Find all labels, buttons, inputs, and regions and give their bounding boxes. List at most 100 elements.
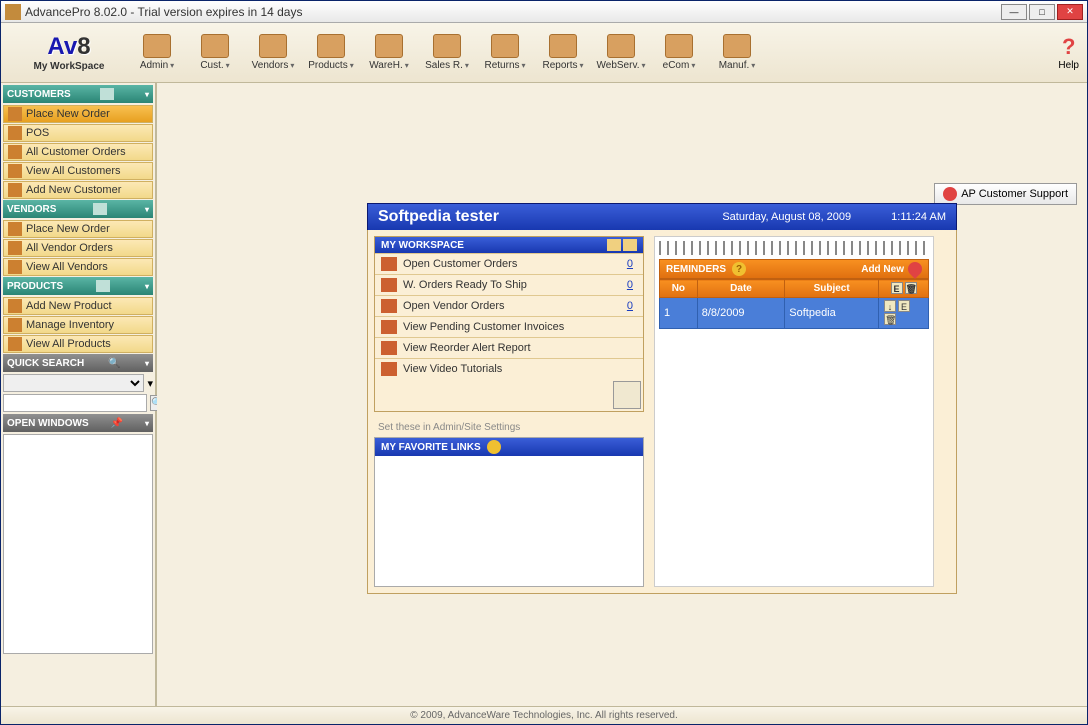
quicksearch-select[interactable] — [3, 374, 144, 392]
customers-header[interactable]: CUSTOMERS▾ — [3, 85, 153, 103]
quicksearch-input[interactable] — [3, 394, 147, 412]
toolbar-label: Vendors — [252, 60, 295, 71]
support-icon — [943, 187, 957, 201]
sidebar-item-pos[interactable]: POS — [3, 124, 153, 142]
col-no[interactable]: No — [660, 280, 698, 298]
item-icon — [8, 241, 22, 255]
col-date[interactable]: Date — [697, 280, 785, 298]
toolbar-label: Products — [308, 60, 353, 71]
item-icon — [8, 337, 22, 351]
row-label: View Video Tutorials — [403, 363, 637, 375]
quicksearch-header: QUICK SEARCH🔍▾ — [3, 354, 153, 372]
pin-icon[interactable]: 📌 — [111, 418, 123, 429]
reminder-row[interactable]: 18/8/2009Softpedia↓E🗑 — [660, 298, 929, 329]
row-label: View Reorder Alert Report — [403, 342, 637, 354]
edit-icon[interactable]: E — [898, 300, 910, 312]
my-workspace-title: MY WORKSPACE — [381, 240, 464, 251]
sidebar-item-manage-inventory[interactable]: Manage Inventory — [3, 316, 153, 334]
support-label: AP Customer Support — [961, 188, 1068, 200]
workspace-row[interactable]: View Video Tutorials — [375, 358, 643, 379]
sidebar-item-add-new-product[interactable]: Add New Product — [3, 297, 153, 315]
workspace-row[interactable]: Open Vendor Orders0 — [375, 295, 643, 316]
item-label: All Vendor Orders — [26, 242, 113, 254]
sidebar-item-add-new-customer[interactable]: Add New Customer — [3, 181, 153, 199]
sidebar-item-place-new-order[interactable]: Place New Order — [3, 105, 153, 123]
down-icon[interactable]: ↓ — [884, 300, 896, 312]
sidebar-item-view-all-products[interactable]: View All Products — [3, 335, 153, 353]
toolbar-label: WebServ. — [597, 60, 646, 71]
cell-actions: ↓E🗑 — [879, 298, 929, 329]
close-button[interactable]: ✕ — [1057, 4, 1083, 20]
toolbar-admin[interactable]: Admin — [129, 32, 185, 73]
toolbar-icon — [607, 34, 635, 58]
customer-support-button[interactable]: AP Customer Support — [934, 183, 1077, 205]
cell-no: 1 — [660, 298, 698, 329]
workspace-date: Saturday, August 08, 2009 — [722, 211, 851, 223]
dropdown-icon[interactable]: ▾ — [147, 377, 153, 390]
sidebar-item-place-new-order[interactable]: Place New Order — [3, 220, 153, 238]
edit-icon[interactable] — [613, 381, 641, 409]
toolbar-label: Reports — [542, 60, 583, 71]
openwindows-header: OPEN WINDOWS📌▾ — [3, 414, 153, 432]
edit-icon[interactable]: E — [891, 282, 903, 294]
logo-version: 8 — [77, 33, 90, 60]
toolbar-ecom[interactable]: eCom — [651, 32, 707, 73]
reminders-body — [659, 329, 929, 569]
toolbar-cust[interactable]: Cust. — [187, 32, 243, 73]
toolbar-icon — [375, 34, 403, 58]
row-icon — [381, 257, 397, 271]
spiral-binding — [659, 241, 929, 255]
row-value[interactable]: 0 — [627, 300, 633, 312]
toolbar-vendors[interactable]: Vendors — [245, 32, 301, 73]
quicksearch-title: QUICK SEARCH — [7, 358, 84, 369]
row-value[interactable]: 0 — [627, 279, 633, 291]
sidebar-item-all-customer-orders[interactable]: All Customer Orders — [3, 143, 153, 161]
products-header[interactable]: PRODUCTS▾ — [3, 277, 153, 295]
item-icon — [8, 107, 22, 121]
row-icon — [381, 299, 397, 313]
workspace-row[interactable]: View Pending Customer Invoices — [375, 316, 643, 337]
ie-icon — [487, 440, 501, 454]
toolbar-salesr[interactable]: Sales R. — [419, 32, 475, 73]
toolbar-webserv[interactable]: WebServ. — [593, 32, 649, 73]
item-label: View All Products — [26, 338, 111, 350]
help-icon[interactable]: ? — [732, 262, 746, 276]
minimize-button[interactable]: — — [1001, 4, 1027, 20]
app-icon — [5, 4, 21, 20]
item-label: View All Customers — [26, 165, 121, 177]
sidebar-item-view-all-customers[interactable]: View All Customers — [3, 162, 153, 180]
toolbar-label: Admin — [140, 60, 174, 71]
row-value[interactable]: 0 — [627, 258, 633, 270]
workspace-row[interactable]: View Reorder Alert Report — [375, 337, 643, 358]
maximize-button[interactable]: □ — [1029, 4, 1055, 20]
open-windows-list — [3, 434, 153, 654]
toolbar-icon — [549, 34, 577, 58]
delete-icon[interactable]: 🗑 — [884, 313, 896, 325]
toolbar-products[interactable]: Products — [303, 32, 359, 73]
add-new-reminder[interactable]: Add New — [861, 264, 904, 275]
sidebar-item-view-all-vendors[interactable]: View All Vendors — [3, 258, 153, 276]
panel-tools[interactable] — [607, 239, 637, 251]
help-button[interactable]: ? Help — [1058, 34, 1079, 71]
delete-icon[interactable]: 🗑 — [905, 282, 917, 294]
item-icon — [8, 222, 22, 236]
toolbar-icon — [723, 34, 751, 58]
chevron-down-icon: ▾ — [145, 419, 149, 428]
toolbar-reports[interactable]: Reports — [535, 32, 591, 73]
vendors-header[interactable]: VENDORS▾ — [3, 200, 153, 218]
toolbar-label: Cust. — [200, 60, 229, 71]
customers-icon — [100, 88, 114, 100]
toolbar-label: WareH. — [369, 60, 409, 71]
sidebar-item-all-vendor-orders[interactable]: All Vendor Orders — [3, 239, 153, 257]
toolbar-wareh[interactable]: WareH. — [361, 32, 417, 73]
workspace-row[interactable]: Open Customer Orders0 — [375, 253, 643, 274]
customers-title: CUSTOMERS — [7, 89, 71, 100]
window-title: AdvancePro 8.02.0 - Trial version expire… — [25, 5, 1001, 19]
item-label: View All Vendors — [26, 261, 108, 273]
workspace-row[interactable]: W. Orders Ready To Ship0 — [375, 274, 643, 295]
help-label: Help — [1058, 60, 1079, 71]
col-subject[interactable]: Subject — [785, 280, 879, 298]
toolbar-returns[interactable]: Returns — [477, 32, 533, 73]
toolbar-manuf[interactable]: Manuf. — [709, 32, 765, 73]
item-icon — [8, 260, 22, 274]
